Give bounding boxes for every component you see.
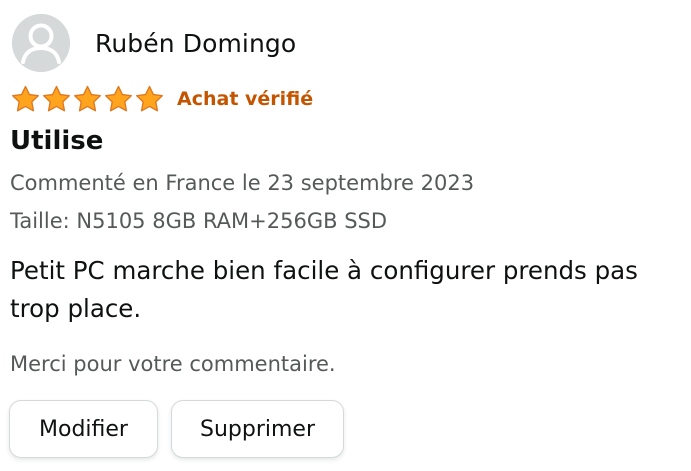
reviewer-profile[interactable]: Rubén Domingo: [12, 14, 296, 72]
star-icon: [134, 85, 165, 114]
rating-row: Achat vérifié: [10, 84, 313, 114]
star-icon: [10, 85, 41, 114]
reviewer-name[interactable]: Rubén Domingo: [95, 29, 296, 58]
review-body: Petit PC marche bien facile à configurer…: [10, 256, 638, 323]
star-icon: [41, 85, 72, 114]
star-rating[interactable]: [10, 85, 165, 114]
product-variant: Taille: N5105 8GB RAM+256GB SSD: [10, 209, 388, 233]
default-user-icon: [12, 14, 70, 72]
star-icon: [103, 85, 134, 114]
edit-button[interactable]: Modifier: [9, 400, 158, 458]
review-card: Rubén Domingo Achat vérifié Utilise Comm…: [0, 0, 691, 471]
delete-button[interactable]: Supprimer: [171, 400, 344, 458]
review-title: Utilise: [10, 126, 104, 156]
star-icon: [72, 85, 103, 114]
review-date: Commenté en France le 23 septembre 2023: [10, 171, 475, 195]
thanks-message: Merci pour votre commentaire.: [10, 352, 336, 376]
verified-purchase-badge: Achat vérifié: [177, 88, 314, 110]
